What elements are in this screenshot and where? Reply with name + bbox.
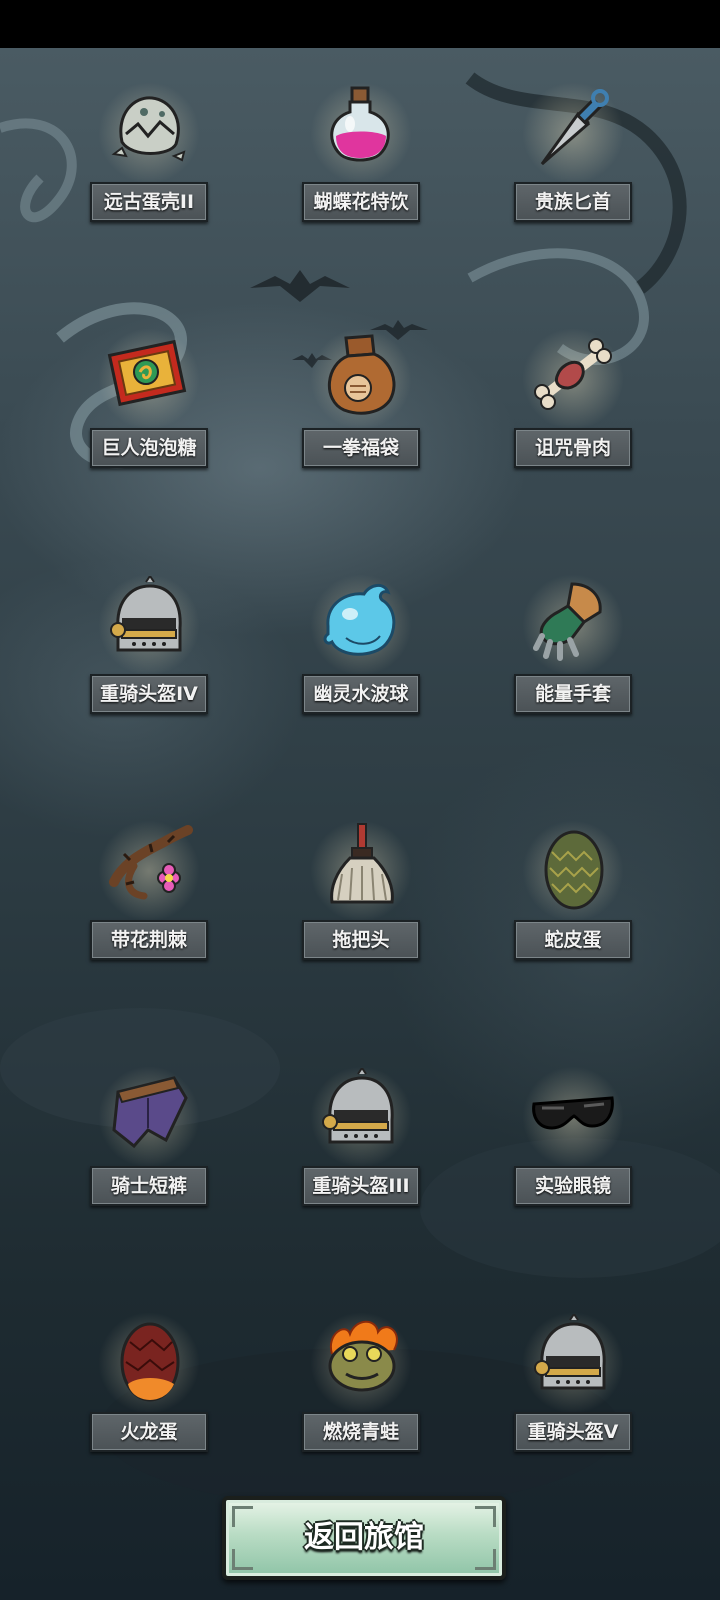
item-slot[interactable]: 骑士短裤 bbox=[90, 1032, 208, 1206]
item-slot[interactable]: 实验眼镜 bbox=[514, 1032, 632, 1206]
flowered-thorn-icon bbox=[109, 825, 193, 900]
item-slot[interactable]: 蛇皮蛋 bbox=[514, 786, 632, 960]
mop-head-icon bbox=[330, 823, 394, 904]
ancient-eggshell-icon bbox=[111, 96, 186, 162]
item-name-label: 实验眼镜 bbox=[514, 1166, 632, 1206]
item-name-label: 拖把头 bbox=[302, 920, 420, 960]
heavy-knight-helmet-icon bbox=[110, 576, 182, 652]
item-slot[interactable]: 蝴蝶花特饮 bbox=[302, 48, 420, 222]
noble-dagger-icon bbox=[540, 89, 609, 166]
item-slot[interactable]: 远古蛋壳II bbox=[90, 48, 208, 222]
snakeskin-egg-icon bbox=[544, 830, 604, 910]
item-slot[interactable]: 重骑头盔V bbox=[514, 1278, 632, 1452]
item-name-label: 骑士短裤 bbox=[90, 1166, 208, 1206]
item-name-label: 火龙蛋 bbox=[90, 1412, 208, 1452]
fist-lucky-bag-icon bbox=[328, 334, 396, 415]
item-collection-screen: 远古蛋壳II 蝴蝶花特饮 贵族匕首 巨人泡泡糖 一拳福袋 诅咒骨肉 重骑头盔IV… bbox=[0, 0, 720, 1600]
item-name-label: 重骑头盔IV bbox=[90, 674, 208, 714]
cursed-bone-meat-icon bbox=[534, 338, 612, 410]
item-slot[interactable]: 能量手套 bbox=[514, 540, 632, 714]
return-to-inn-button[interactable]: 返回旅馆 bbox=[222, 1496, 506, 1580]
item-name-label: 巨人泡泡糖 bbox=[90, 428, 208, 468]
fire-dragon-egg-icon bbox=[120, 1322, 180, 1402]
energy-gauntlet-icon bbox=[533, 582, 602, 661]
item-name-label: 幽灵水波球 bbox=[302, 674, 420, 714]
heavy-knight-helmet-icon bbox=[534, 1314, 606, 1390]
item-slot[interactable]: 诅咒骨肉 bbox=[514, 294, 632, 468]
item-slot[interactable]: 火龙蛋 bbox=[90, 1278, 208, 1452]
heavy-knight-helmet-icon bbox=[322, 1068, 394, 1144]
item-grid: 远古蛋壳II 蝴蝶花特饮 贵族匕首 巨人泡泡糖 一拳福袋 诅咒骨肉 重骑头盔IV… bbox=[0, 48, 720, 1478]
item-name-label: 诅咒骨肉 bbox=[514, 428, 632, 468]
ghost-water-ball-icon bbox=[323, 584, 396, 656]
item-name-label: 蛇皮蛋 bbox=[514, 920, 632, 960]
item-name-label: 带花荆棘 bbox=[90, 920, 208, 960]
return-to-inn-label: 返回旅馆 bbox=[304, 1520, 424, 1555]
item-name-label: 一拳福袋 bbox=[302, 428, 420, 468]
item-name-label: 蝴蝶花特饮 bbox=[302, 182, 420, 222]
bubble-gum-pack-icon bbox=[107, 339, 187, 407]
item-slot[interactable]: 重骑头盔III bbox=[302, 1032, 420, 1206]
lab-goggles-icon bbox=[532, 1096, 614, 1130]
burning-frog-icon bbox=[328, 1320, 398, 1392]
item-name-label: 燃烧青蛙 bbox=[302, 1412, 420, 1452]
item-slot[interactable]: 带花荆棘 bbox=[90, 786, 208, 960]
item-slot[interactable]: 拖把头 bbox=[302, 786, 420, 960]
item-slot[interactable]: 重骑头盔IV bbox=[90, 540, 208, 714]
item-slot[interactable]: 贵族匕首 bbox=[514, 48, 632, 222]
pink-potion-icon bbox=[330, 86, 390, 162]
item-name-label: 远古蛋壳II bbox=[90, 182, 208, 222]
status-bar bbox=[0, 0, 720, 48]
item-name-label: 重骑头盔III bbox=[302, 1166, 420, 1206]
item-slot[interactable]: 一拳福袋 bbox=[302, 294, 420, 468]
item-name-label: 贵族匕首 bbox=[514, 182, 632, 222]
knight-shorts-icon bbox=[112, 1076, 188, 1149]
item-slot[interactable]: 巨人泡泡糖 bbox=[90, 294, 208, 468]
item-name-label: 重骑头盔V bbox=[514, 1412, 632, 1452]
item-slot[interactable]: 燃烧青蛙 bbox=[302, 1278, 420, 1452]
item-slot[interactable]: 幽灵水波球 bbox=[302, 540, 420, 714]
item-name-label: 能量手套 bbox=[514, 674, 632, 714]
